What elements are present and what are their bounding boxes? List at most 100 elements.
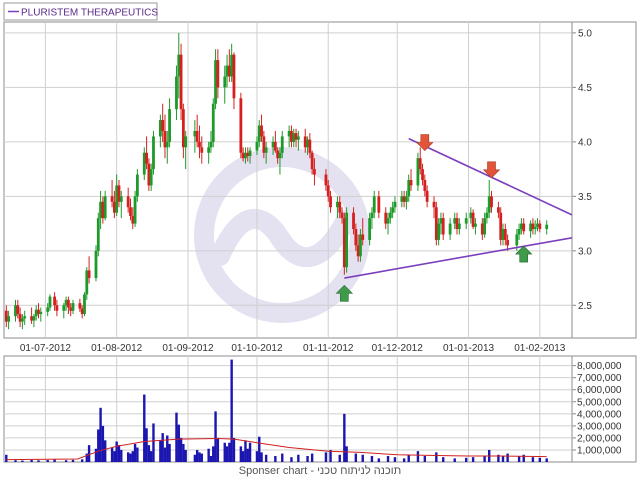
candle-body xyxy=(239,98,243,153)
candle-body xyxy=(483,218,487,235)
price-x-tick-labels: 01-07-2012 01-08-2012 01-09-2012 01-10-2012… xyxy=(20,343,566,354)
volume-bar xyxy=(200,453,203,462)
price-x-tick-label: 01-07-2012 xyxy=(20,343,72,354)
volume-bar xyxy=(120,449,123,462)
volume-bar xyxy=(71,459,75,462)
volume-bar xyxy=(506,453,509,462)
candle xyxy=(96,212,100,257)
candle-body xyxy=(94,250,98,279)
candle-body xyxy=(464,218,468,224)
volume-bar xyxy=(386,455,390,462)
candle-body xyxy=(209,141,213,148)
volume-bar xyxy=(21,460,24,462)
volume-bar xyxy=(228,442,231,462)
candle-body xyxy=(184,136,188,148)
volume-bar xyxy=(99,407,102,462)
candle-body xyxy=(352,212,355,230)
candle-body xyxy=(145,152,148,164)
volume-bar xyxy=(274,455,277,462)
price-x-tick-label: 01-02-2013 xyxy=(514,343,566,354)
price-y-tick-label: 3.0 xyxy=(578,246,592,257)
volume-bar xyxy=(216,437,220,462)
candle xyxy=(83,292,86,317)
legend-label: PLURISTEM THERAPEUTICS xyxy=(21,8,158,19)
candle-body xyxy=(437,223,441,240)
candle-body xyxy=(533,226,537,230)
volume-bar xyxy=(442,457,445,462)
candle-body xyxy=(20,318,24,322)
volume-bar xyxy=(136,447,139,462)
volume-bar xyxy=(207,448,210,462)
volume-bar xyxy=(149,451,153,462)
candle-body xyxy=(280,136,284,153)
candle-body xyxy=(232,54,236,99)
volume-bar xyxy=(131,451,134,462)
price-x-tick-label: 01-12-2012 xyxy=(372,343,424,354)
candle-body xyxy=(211,103,215,142)
candle-body xyxy=(310,152,314,170)
volume-bar xyxy=(209,455,213,462)
candle-body xyxy=(425,190,429,202)
volume-bar xyxy=(152,423,155,462)
volume-y-tick-label: 4,000,000 xyxy=(577,409,622,420)
volume-bar xyxy=(145,428,148,462)
candle-body xyxy=(345,212,349,268)
candle-body xyxy=(485,212,489,219)
volume-bar xyxy=(159,440,162,462)
candle-body xyxy=(168,109,171,142)
candle-body xyxy=(457,223,461,230)
price-y-tick-label: 4.0 xyxy=(578,137,592,148)
volume-bar xyxy=(402,458,406,462)
candle-body xyxy=(83,294,86,315)
candle-body xyxy=(87,270,91,279)
candle-body xyxy=(119,196,123,202)
price-y-tick-label: 5.0 xyxy=(578,28,592,39)
volume-bar xyxy=(232,437,236,462)
candle-body xyxy=(46,307,50,312)
volume-bar xyxy=(225,446,229,462)
candle-body xyxy=(129,207,132,216)
candle-body xyxy=(255,141,259,151)
volume-bar xyxy=(290,457,293,462)
volume-bar xyxy=(545,458,548,462)
volume-bar xyxy=(324,452,328,462)
candle-body xyxy=(497,207,500,213)
volume-bar xyxy=(212,446,215,462)
candle-body xyxy=(66,299,70,308)
price-y-tick-label: 3.5 xyxy=(578,192,592,203)
candle-body xyxy=(432,201,436,208)
volume-bar xyxy=(198,452,201,462)
volume-y-tick-label: 7,000,000 xyxy=(577,373,622,384)
volume-bar xyxy=(182,443,185,462)
candle-body xyxy=(388,212,392,219)
candle-body xyxy=(386,218,390,224)
volume-bar xyxy=(517,455,521,462)
volume-bar xyxy=(407,454,410,462)
candle-body xyxy=(338,201,342,213)
candle-body xyxy=(278,152,282,159)
volume-y-tick-label: 3,000,000 xyxy=(577,421,622,432)
candle-body xyxy=(506,239,510,246)
volume-bar xyxy=(80,459,84,462)
volume-bar xyxy=(281,453,284,462)
volume-bar xyxy=(14,460,17,462)
volume-bar xyxy=(483,455,486,462)
volume-bar xyxy=(30,459,33,462)
volume-bar xyxy=(241,451,245,462)
volume-y-tick-label: 1,000,000 xyxy=(577,445,622,456)
volume-bar xyxy=(310,453,314,462)
volume-bar xyxy=(168,443,171,462)
volume-bar xyxy=(161,433,164,462)
volume-bar xyxy=(465,457,468,462)
price-y-tick-label: 2.5 xyxy=(578,301,592,312)
candle-body xyxy=(198,141,201,148)
candle-body xyxy=(71,303,75,311)
candle-body xyxy=(165,141,169,148)
candle-body xyxy=(200,147,204,153)
candle-body xyxy=(161,120,165,131)
volume-bar xyxy=(255,451,259,462)
candle-body xyxy=(39,311,43,315)
candle-body xyxy=(78,303,82,309)
price-x-tick-label: 01-11-2012 xyxy=(303,343,354,354)
volume-bar xyxy=(46,460,49,462)
